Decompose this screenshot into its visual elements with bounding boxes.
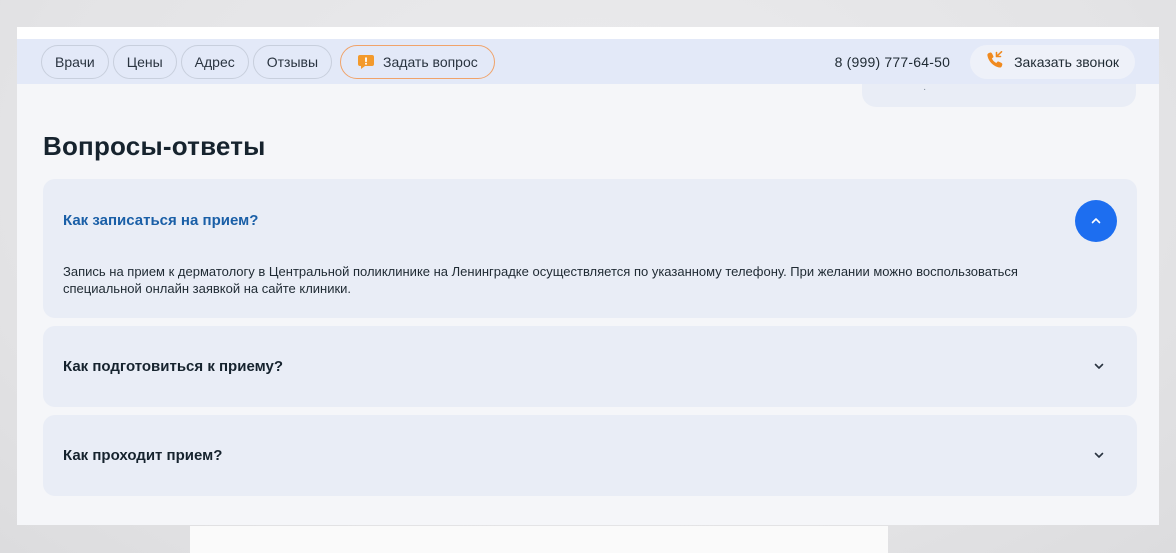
nav-item-label: Врачи [55,53,95,70]
sticky-header: Врачи Цены Адрес Отзывы Задать вопрос 8 … [17,39,1159,84]
faq-item[interactable]: Как подготовиться к приему? [43,326,1137,407]
ask-question-button[interactable]: Задать вопрос [340,44,495,79]
nav-item-label: Цены [126,53,163,70]
faq-question[interactable]: Как записаться на прием? [63,212,258,229]
nav-item-doctors[interactable]: Врачи [41,44,109,79]
nav-item-label: Адрес [194,53,235,70]
bottom-card-partial [190,526,888,553]
nav-item-reviews[interactable]: Отзывы [252,44,333,79]
nav-tabs: Врачи Цены Адрес Отзывы Задать вопрос [41,44,495,79]
faq-item: Как записаться на прием? Запись на прием… [43,179,1137,318]
faq-question[interactable]: Как подготовиться к приему? [63,358,283,375]
chevron-up-icon [1091,218,1101,224]
phone-callback-icon [986,51,1004,72]
faq-question[interactable]: Как проходит прием? [63,447,222,464]
expand-toggle-button[interactable] [1085,441,1113,469]
chevron-down-icon [1094,363,1104,369]
phone-number[interactable]: 8 (999) 777-64-50 [835,54,950,70]
expand-toggle-button[interactable] [1085,352,1113,380]
nav-item-prices[interactable]: Цены [112,44,177,79]
faq-answer: Запись на прием к дерматологу в Централь… [63,264,1018,296]
side-card-fragment-icon: · [923,84,927,95]
collapse-toggle-button[interactable] [1075,200,1117,242]
nav-item-label: Отзывы [266,53,319,70]
ask-question-label: Задать вопрос [383,53,478,70]
main-panel: Врачи Цены Адрес Отзывы Задать вопрос 8 … [17,27,1159,525]
request-call-button[interactable]: Заказать звонок [970,44,1135,79]
request-call-label: Заказать звонок [1014,53,1119,70]
header-contacts: 8 (999) 777-64-50 Заказать звонок [835,44,1135,79]
nav-item-address[interactable]: Адрес [180,44,249,79]
chevron-down-icon [1094,452,1104,458]
faq-title: Вопросы-ответы [43,131,266,161]
side-card-partial: · [862,84,1136,107]
exclamation-chat-icon [357,53,375,71]
faq-item[interactable]: Как проходит прием? [43,415,1137,496]
